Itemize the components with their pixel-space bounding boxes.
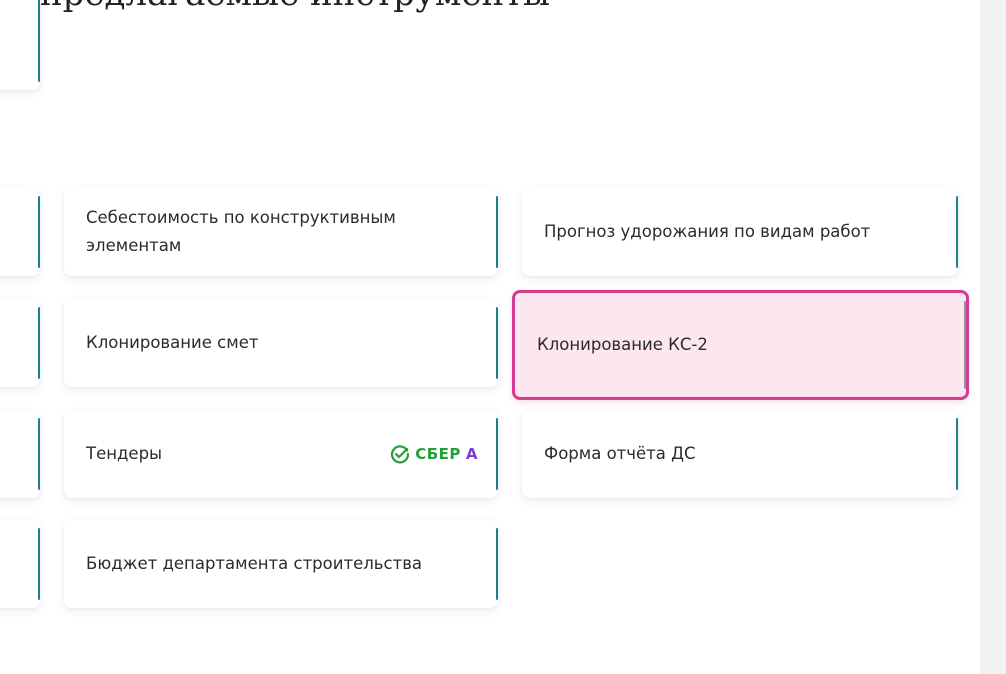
- card-label: Форма отчёта ДС: [544, 444, 696, 463]
- card-label: Клонирование КС-2: [537, 335, 708, 354]
- sber-a-badge: СБЕР А: [390, 444, 478, 464]
- card-cash-flow-report[interactable]: Форма отчёта ДС: [522, 410, 958, 498]
- card-label: Прогноз удорожания по видам работ: [544, 222, 871, 241]
- page-heading: предлагаемые инструменты: [40, 0, 550, 14]
- card-clone-ks2[interactable]: Клонирование КС-2: [512, 290, 969, 400]
- card-tenders[interactable]: Тендеры СБЕР А: [64, 410, 498, 498]
- partial-card-row1[interactable]: [0, 188, 40, 276]
- partial-card-row3[interactable]: [0, 410, 40, 498]
- card-cost-by-elements[interactable]: Себестоимость по конструктивным элемента…: [64, 188, 498, 276]
- card-label: Клонирование смет: [86, 333, 259, 352]
- card-label: Себестоимость по конструктивным элемента…: [86, 208, 396, 255]
- card-construction-budget[interactable]: Бюджет департамента строительства: [64, 520, 498, 608]
- scrollbar[interactable]: [980, 0, 1006, 674]
- tools-page: предлагаемые инструменты Себестоимость п…: [0, 0, 1006, 674]
- partial-card-row4[interactable]: [0, 520, 40, 608]
- card-price-growth-forecast[interactable]: Прогноз удорожания по видам работ: [522, 188, 958, 276]
- card-clone-estimates[interactable]: Клонирование смет: [64, 299, 498, 387]
- card-label: Бюджет департамента строительства: [86, 554, 423, 573]
- sber-badge-letter: А: [465, 445, 478, 463]
- partial-card-row2[interactable]: [0, 299, 40, 387]
- partial-card-top[interactable]: [0, 0, 40, 90]
- sber-badge-word: СБЕР: [415, 445, 461, 463]
- check-circle-icon: [391, 445, 410, 464]
